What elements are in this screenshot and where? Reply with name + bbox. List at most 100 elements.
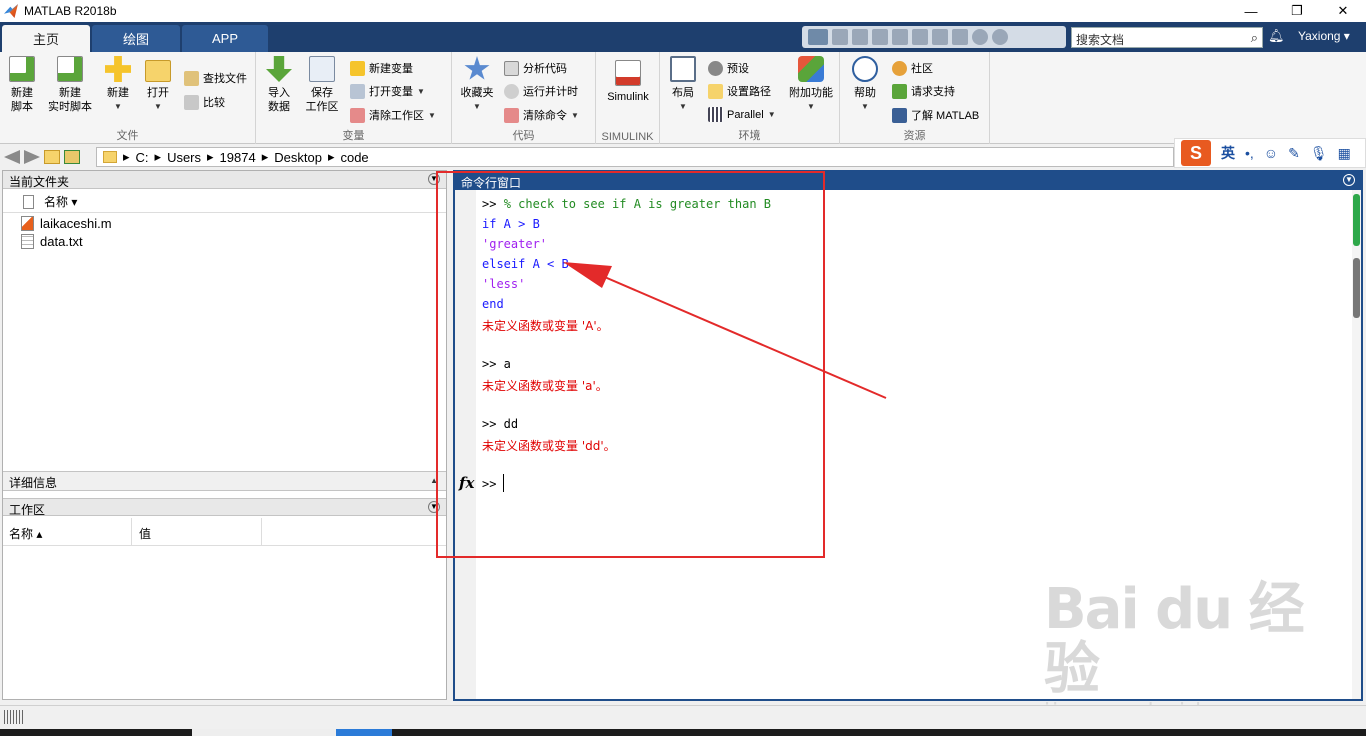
tab-plots[interactable]: 绘图: [92, 25, 180, 52]
learn-matlab-icon: [892, 107, 907, 123]
run-and-time-button[interactable]: 运行并计时: [504, 83, 578, 99]
browse-folder-icon[interactable]: [64, 150, 80, 164]
search-icon[interactable]: ⌕: [1251, 30, 1258, 46]
quick-access-toolbar: [802, 26, 1066, 48]
new-button[interactable]: 新建 ▼: [100, 56, 136, 114]
watermark: Bai du 经验 jingyan.baidu.com: [1044, 580, 1354, 726]
addons-button[interactable]: 附加功能 ▼: [786, 56, 836, 114]
favorites-button[interactable]: 收藏夹 ▼: [458, 56, 496, 114]
clear-commands-button[interactable]: 清除命令 ▼: [504, 107, 579, 123]
import-data-button[interactable]: 导入 数据: [262, 56, 296, 114]
open-variable-icon: [350, 83, 365, 99]
request-support-button[interactable]: 请求支持: [892, 83, 955, 99]
parallel-icon: [708, 107, 723, 122]
redo-icon[interactable]: [932, 29, 948, 45]
save-workspace-button[interactable]: 保存 工作区: [302, 56, 342, 114]
open-button[interactable]: 打开 ▼: [140, 56, 176, 114]
restore-button[interactable]: ❐: [1274, 0, 1320, 22]
community-button[interactable]: 社区: [892, 60, 933, 76]
copy-icon[interactable]: [872, 29, 888, 45]
favorites-icon: [464, 56, 490, 80]
tab-apps[interactable]: APP: [182, 25, 268, 52]
path-segment[interactable]: 19874: [220, 150, 256, 165]
path-segment[interactable]: Desktop: [274, 150, 322, 165]
switch-windows-icon[interactable]: [952, 29, 968, 45]
help-button[interactable]: 帮助 ▼: [848, 56, 882, 114]
save-icon[interactable]: [832, 29, 848, 45]
tab-home[interactable]: 主页: [2, 25, 90, 52]
community-icon: [892, 60, 907, 76]
file-item[interactable]: laikaceshi.m: [21, 216, 112, 231]
run-icon[interactable]: [808, 29, 828, 45]
path-segment[interactable]: code: [340, 150, 368, 165]
path-segment[interactable]: C:: [136, 150, 149, 165]
workspace-name-column[interactable]: 名称 ▴: [9, 525, 42, 542]
ribbon-group-environment: 布局 ▼ 预设 设置路径 Parallel ▼ 附加功能 ▼ 环境: [660, 52, 840, 144]
preferences-button[interactable]: 预设: [708, 60, 749, 76]
new-live-script-button[interactable]: 新建 实时脚本: [44, 56, 96, 114]
sogou-logo[interactable]: S: [1181, 140, 1211, 166]
name-column-header[interactable]: 名称 ▾: [44, 193, 77, 210]
find-files-button[interactable]: 查找文件: [184, 70, 247, 86]
status-indicator-icon[interactable]: [4, 710, 24, 724]
dropdown-icon[interactable]: [992, 29, 1008, 45]
microphone-icon[interactable]: 🎙︎: [1310, 145, 1328, 162]
help-icon: [852, 56, 878, 82]
clear-workspace-button[interactable]: 清除工作区 ▼: [350, 107, 436, 123]
gear-icon: [708, 60, 723, 76]
pane-menu-icon[interactable]: ▼: [1343, 174, 1355, 186]
compare-button[interactable]: 比较: [184, 94, 225, 110]
grid-icon[interactable]: ▦: [1338, 145, 1351, 162]
ribbon-group-file: 新建 脚本 新建 实时脚本 新建 ▼ 打开 ▼ 查找文件 比较 文件: [0, 52, 256, 144]
new-script-icon: [9, 56, 35, 82]
set-path-icon: [708, 83, 723, 99]
workspace-header: 工作区 ▼: [3, 498, 446, 517]
undo-icon[interactable]: [912, 29, 928, 45]
details-header[interactable]: 详细信息 ▲: [3, 471, 446, 491]
workspace-value-column[interactable]: 值: [139, 525, 151, 542]
smiley-icon[interactable]: ☺: [1264, 145, 1278, 161]
file-item[interactable]: data.txt: [21, 234, 83, 249]
matlab-logo-icon: [4, 4, 18, 18]
close-button[interactable]: ✕: [1320, 0, 1366, 22]
compare-icon: [184, 94, 199, 110]
cut-icon[interactable]: [852, 29, 868, 45]
path-segment[interactable]: Users: [167, 150, 201, 165]
new-variable-icon: [350, 60, 365, 76]
ime-language-toggle[interactable]: 英: [1221, 143, 1235, 163]
path-field[interactable]: ▸ C: ▸ Users ▸ 19874 ▸ Desktop ▸ code: [96, 147, 1174, 167]
open-variable-button[interactable]: 打开变量 ▼: [350, 83, 425, 99]
path-separator: ▸: [154, 149, 162, 164]
new-script-button[interactable]: 新建 脚本: [4, 56, 40, 114]
forward-icon[interactable]: [24, 150, 40, 164]
column-divider: [261, 518, 262, 546]
tab-strip: 主页 绘图 APP 搜索文档 ⌕ 🔔︎ Yaxiong ▾: [0, 22, 1366, 52]
minimize-button[interactable]: —: [1228, 0, 1274, 22]
search-input[interactable]: 搜索文档 ⌕: [1071, 27, 1263, 48]
ime-punctuation-toggle[interactable]: •,: [1245, 145, 1254, 161]
workspace-title: 工作区: [9, 503, 46, 517]
learn-matlab-button[interactable]: 了解 MATLAB: [892, 107, 979, 123]
set-path-button[interactable]: 设置路径: [708, 83, 771, 99]
analyze-code-button[interactable]: 分析代码: [504, 60, 567, 76]
current-folder-header: 当前文件夹 ▼: [3, 171, 446, 189]
help-icon[interactable]: [972, 29, 988, 45]
import-data-icon: [266, 56, 292, 82]
paste-icon[interactable]: [892, 29, 908, 45]
up-folder-icon[interactable]: [44, 150, 60, 164]
window-title: MATLAB R2018b: [24, 4, 117, 18]
user-menu[interactable]: Yaxiong ▾: [1298, 29, 1350, 43]
layout-button[interactable]: 布局 ▼: [666, 56, 700, 114]
taskbar: [0, 729, 1366, 736]
taskbar-item[interactable]: [192, 729, 336, 736]
new-variable-button[interactable]: 新建变量: [350, 60, 413, 76]
pen-icon[interactable]: ✎: [1288, 145, 1300, 162]
request-support-icon: [892, 83, 907, 99]
taskbar-item[interactable]: [336, 729, 392, 736]
parallel-button[interactable]: Parallel ▼: [708, 107, 776, 122]
bell-icon[interactable]: 🔔︎: [1268, 28, 1285, 44]
back-icon[interactable]: [4, 150, 20, 164]
simulink-button[interactable]: Simulink: [602, 60, 654, 104]
scrollbar-thumb[interactable]: [1353, 194, 1360, 246]
ribbon-group-resources: 帮助 ▼ 社区 请求支持 了解 MATLAB 资源: [840, 52, 990, 144]
